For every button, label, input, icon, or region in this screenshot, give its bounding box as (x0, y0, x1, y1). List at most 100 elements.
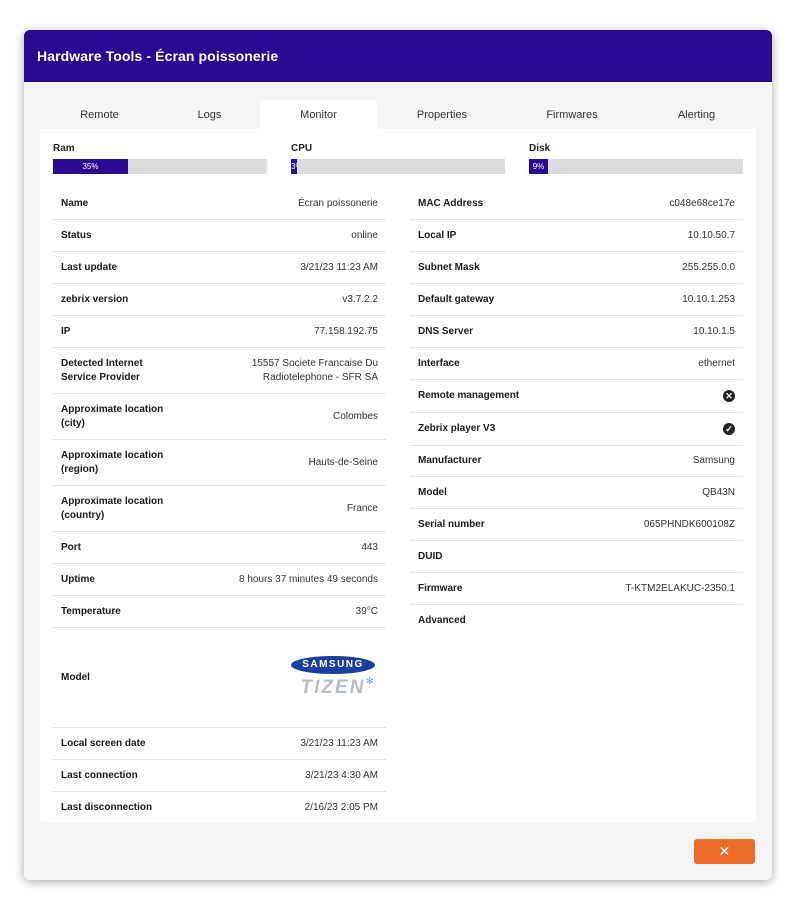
info-key: DUID (418, 550, 443, 562)
info-key: DNS Server (418, 325, 474, 337)
cpu-value: 3% (291, 162, 297, 171)
info-key: Advanced (418, 615, 466, 626)
info-key: Firmware (418, 582, 463, 594)
ram-bar-fill: 35% (53, 159, 128, 174)
tab-firmwares[interactable]: Firmwares (507, 100, 637, 129)
advanced-toggle[interactable]: Advanced (410, 605, 743, 637)
ram-bar: 35% (53, 159, 267, 174)
samsung-tizen-logo: SAMSUNG TIZEN ✻ (288, 650, 378, 706)
tab-alerting[interactable]: Alerting (637, 100, 756, 129)
info-value: Colombes (332, 410, 378, 422)
info-row-ip: IP 77.158.192.75 (53, 316, 386, 348)
info-row-zebrix-player-v3: Zebrix player V3 ✓ (410, 413, 743, 446)
network-info-column: MAC Address c048e68ce17e Local IP 10.10.… (410, 188, 743, 637)
tab-bar: Remote Logs Monitor Properties Firmwares… (40, 100, 756, 129)
tizen-flower-icon: ✻ (366, 675, 374, 686)
tab-remote[interactable]: Remote (40, 100, 159, 129)
info-row-subnet: Subnet Mask 255.255.0.0 (410, 252, 743, 284)
info-value: Samsung (692, 455, 735, 466)
info-key: zebrix version (61, 293, 129, 305)
info-key: Remote management (418, 390, 520, 401)
info-key: Model (61, 671, 90, 683)
info-key: Default gateway (418, 293, 495, 305)
tizen-logo: TIZEN (300, 676, 366, 698)
info-key: Last connection (61, 769, 138, 781)
info-key: IP (61, 325, 71, 337)
close-button[interactable]: ✕ (694, 839, 755, 864)
info-value: 39°C (355, 605, 378, 617)
close-icon: ✕ (718, 843, 731, 859)
dialog-title: Hardware Tools - Écran poissonerie (24, 30, 772, 82)
info-key: Interface (418, 357, 460, 369)
info-value: v3.7.2.2 (342, 293, 378, 305)
info-key: MAC Address (418, 197, 484, 209)
info-row-last-update: Last update 3/21/23 11:23 AM (53, 252, 386, 284)
ram-label: Ram (53, 143, 75, 154)
tab-properties[interactable]: Properties (377, 100, 507, 129)
info-row-last-connection: Last connection 3/21/23 4:30 AM (53, 760, 386, 792)
info-value: 77.158.192.75 (314, 325, 378, 337)
info-key: Detected Internet Service Provider (61, 357, 143, 383)
tab-logs[interactable]: Logs (159, 100, 260, 129)
info-row-model: Model QB43N (410, 477, 743, 509)
info-row-zebrix-version: zebrix version v3.7.2.2 (53, 284, 386, 316)
cpu-label: CPU (291, 143, 313, 154)
info-row-isp: Detected Internet Service Provider 15557… (53, 348, 386, 394)
info-key: Status (61, 229, 92, 241)
info-row-temperature: Temperature 39°C (53, 596, 386, 628)
info-value: 2/16/23 2:05 PM (304, 802, 378, 813)
info-value: 10.10.1.5 (693, 325, 735, 337)
info-value: 10.10.1.253 (682, 293, 735, 305)
resource-meters: Ram 35% CPU 3% Disk (53, 143, 743, 177)
info-value: Écran poissonerie (297, 197, 378, 209)
info-row-local-ip: Local IP 10.10.50.7 (410, 220, 743, 252)
device-info-column: Name Écran poissonerie Status online Las… (53, 188, 386, 822)
hardware-tools-dialog: Hardware Tools - Écran poissonerie Remot… (24, 30, 772, 880)
info-row-name: Name Écran poissonerie (53, 188, 386, 220)
info-key: Manufacturer (418, 455, 482, 466)
info-row-port: Port 443 (53, 532, 386, 564)
info-value: 3/21/23 4:30 AM (305, 769, 378, 781)
info-value: QB43N (702, 486, 735, 498)
disk-bar-fill: 9% (529, 159, 548, 174)
info-row-dns: DNS Server 10.10.1.5 (410, 316, 743, 348)
samsung-logo: SAMSUNG (291, 655, 375, 674)
info-row-last-disconnection: Last disconnection 2/16/23 2:05 PM (53, 792, 386, 822)
disk-value: 9% (532, 162, 545, 171)
info-value: France (346, 502, 378, 514)
cpu-meter: CPU 3% (291, 143, 505, 174)
info-key: Uptime (61, 573, 95, 585)
info-key: Port (61, 541, 81, 553)
monitor-panel: Ram 35% CPU 3% Disk (40, 129, 756, 822)
info-value: 255.255.0.0 (682, 261, 735, 273)
cpu-bar-fill: 3% (291, 159, 297, 174)
ram-value: 35% (82, 162, 99, 171)
disk-bar: 9% (529, 159, 743, 174)
info-row-local-screen-date: Local screen date 3/21/23 11:23 AM (53, 728, 386, 760)
info-value: T-KTM2ELAKUC-2350.1 (625, 582, 736, 594)
info-row-status: Status online (53, 220, 386, 252)
info-row-serial: Serial number 065PHNDK600108Z (410, 509, 743, 541)
check-circle-icon: ✓ (723, 423, 735, 435)
info-row-duid: DUID (410, 541, 743, 573)
info-key: Model (418, 486, 447, 498)
info-value: online (351, 229, 378, 241)
info-value: 10.10.50.7 (687, 229, 735, 241)
cpu-bar: 3% (291, 159, 505, 174)
ram-meter: Ram 35% (53, 143, 267, 174)
info-key: Local IP (418, 229, 457, 241)
info-value: 3/21/23 11:23 AM (300, 261, 378, 273)
info-row-model-logo: Model SAMSUNG TIZEN ✻ (53, 628, 386, 728)
info-value: 8 hours 37 minutes 49 seconds (239, 573, 378, 585)
info-key: Zebrix player V3 (418, 423, 496, 434)
tab-monitor[interactable]: Monitor (260, 100, 377, 129)
x-circle-icon: ✕ (723, 390, 735, 402)
info-key: Name (61, 197, 89, 209)
info-key: Approximate location (city) (61, 403, 164, 429)
info-key: Approximate location (region) (61, 449, 164, 475)
info-row-remote-management: Remote management ✕ (410, 380, 743, 413)
info-value: 3/21/23 11:23 AM (300, 737, 378, 749)
info-key: Last update (61, 261, 118, 273)
info-key: Last disconnection (61, 802, 153, 813)
info-value: 15557 Societe Francaise Du Radiotelephon… (251, 357, 378, 383)
